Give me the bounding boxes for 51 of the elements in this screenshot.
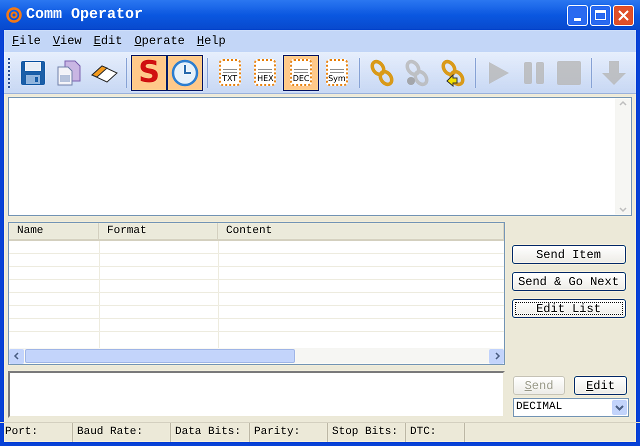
push-button[interactable]: Edit bbox=[574, 376, 627, 395]
chain-icon bbox=[403, 58, 432, 86]
push-button[interactable]: Edit List bbox=[512, 299, 626, 318]
status-field: Port: bbox=[1, 423, 73, 442]
menu-item[interactable]: Operate bbox=[130, 32, 189, 50]
maximize-icon bbox=[595, 10, 606, 20]
column-header[interactable]: Name bbox=[9, 223, 99, 239]
status-field: DTC: bbox=[406, 423, 465, 442]
toolbar-button[interactable] bbox=[167, 54, 203, 90]
status-field: Data Bits: bbox=[171, 423, 250, 442]
menu-item[interactable]: Edit bbox=[90, 32, 126, 50]
column-header[interactable]: Format bbox=[99, 223, 218, 239]
toolbar-button[interactable]: DEC bbox=[283, 54, 319, 90]
scroll-up-icon bbox=[618, 98, 628, 108]
input-area[interactable] bbox=[8, 371, 505, 418]
document-icon: Sym bbox=[326, 59, 348, 86]
minimize-icon bbox=[574, 18, 581, 20]
minimize-button[interactable] bbox=[567, 4, 588, 26]
menu-item[interactable]: View bbox=[48, 32, 86, 50]
column-header[interactable]: Content bbox=[218, 223, 504, 239]
close-button[interactable] bbox=[613, 4, 634, 26]
toolbar-button[interactable]: HEX bbox=[248, 54, 284, 90]
toolbar-button[interactable]: Sym bbox=[319, 54, 355, 90]
close-icon bbox=[618, 10, 629, 20]
push-button[interactable]: Send & Go Next bbox=[512, 272, 626, 291]
scroll-down-icon bbox=[618, 205, 628, 215]
scroll-right-icon bbox=[489, 348, 504, 364]
toolbar-button[interactable]: TXT bbox=[212, 54, 248, 90]
document-icon: DEC bbox=[290, 59, 312, 86]
clock-icon bbox=[170, 58, 199, 86]
status-field: Stop Bits: bbox=[328, 423, 406, 442]
scroll-left-icon bbox=[9, 348, 24, 364]
status-field: Parity: bbox=[250, 423, 328, 442]
s-letter-icon: S bbox=[138, 58, 160, 88]
push-button[interactable]: Send Item bbox=[512, 245, 626, 264]
format-dropdown[interactable]: DECIMAL bbox=[513, 398, 629, 417]
toolbar-button[interactable]: S bbox=[131, 54, 167, 90]
maximize-button[interactable] bbox=[590, 4, 611, 26]
menu-item[interactable]: Help bbox=[192, 32, 230, 50]
menu-item[interactable]: File bbox=[8, 32, 45, 50]
document-icon: TXT bbox=[218, 59, 241, 86]
stop-icon bbox=[555, 58, 584, 86]
scroll-thumb[interactable] bbox=[25, 349, 295, 363]
horizontal-scrollbar[interactable] bbox=[9, 348, 504, 364]
down-arrow-icon bbox=[600, 58, 628, 86]
window-title: Comm Operator bbox=[26, 4, 144, 25]
copy-icon bbox=[54, 58, 83, 86]
status-field: Baud Rate: bbox=[73, 423, 171, 442]
chain-arrow-icon bbox=[439, 58, 468, 86]
chain-icon bbox=[368, 58, 396, 86]
document-icon: HEX bbox=[254, 59, 276, 86]
